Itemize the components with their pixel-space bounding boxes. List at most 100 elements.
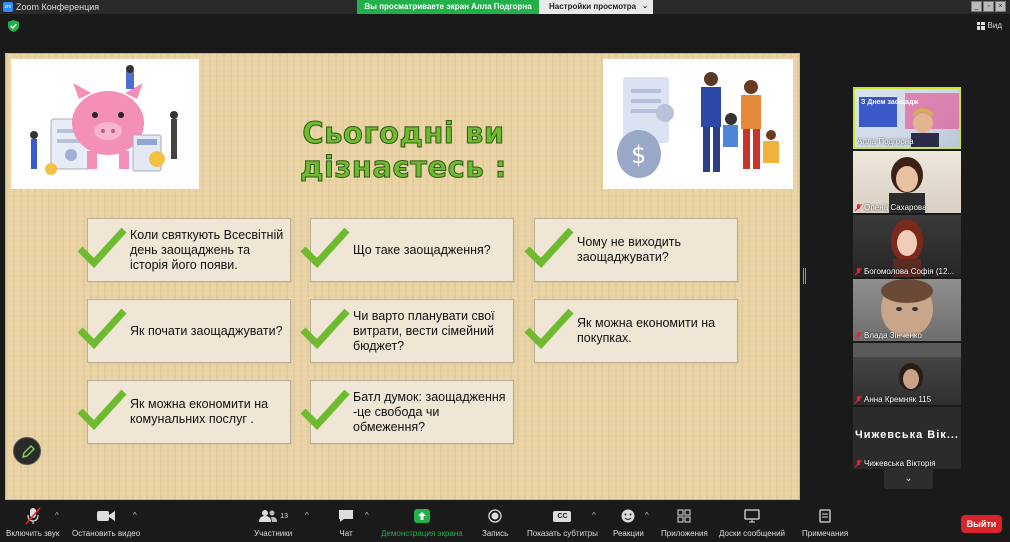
participant-tile-active-speaker[interactable]: З Днем заощадж Алла Подгорна <box>853 87 961 149</box>
checkmark-icon <box>524 227 574 269</box>
topic-card-5: Чи варто планувати свої витрати, вести с… <box>300 299 514 363</box>
chat-button[interactable]: Чат <box>338 507 354 538</box>
mic-muted-icon <box>855 331 862 339</box>
topic-card-7: Як можна економити на комунальних послуг… <box>77 380 291 444</box>
cc-icon: CC <box>553 507 572 525</box>
shared-screen-slide: $ Сьогодні ви дізнаєтесь : Коли святкуют… <box>5 53 800 500</box>
leave-meeting-button[interactable]: Выйти <box>961 515 1002 533</box>
pencil-icon <box>22 445 35 458</box>
participant-name-label: Богомолова Софія (12... <box>864 267 955 276</box>
participant-name-label: Чижевська Вікторія <box>864 459 936 468</box>
captions-button[interactable]: CC Показать субтитры <box>527 507 598 538</box>
participant-name: Анна Кремняк 115 <box>855 395 931 404</box>
mic-muted-icon <box>855 267 862 275</box>
panel-splitter-handle[interactable] <box>803 268 806 284</box>
participant-name: Богомолова Софія (12... <box>855 267 954 276</box>
unmute-button[interactable]: Включить звук <box>6 507 59 538</box>
meeting-toolbar: Включить звук ^ Остановить видео ^ 13 Уч… <box>0 503 1010 542</box>
people-icon <box>259 510 278 522</box>
topic-card-text: Як почати заощаджувати? <box>130 323 283 338</box>
participant-name: Олена Сахарова <box>855 203 927 212</box>
participant-display-name: Чижевська Вік... <box>855 429 959 441</box>
topic-card-8: Батл думок: заощадження -це свобода чи о… <box>300 380 514 444</box>
topic-card-text: Батл думок: заощадження -це свобода чи о… <box>353 389 506 434</box>
chat-bubble-icon <box>338 507 354 525</box>
minimize-icon[interactable]: _ <box>971 1 982 12</box>
restore-icon[interactable]: ▫ <box>983 1 994 12</box>
apps-icon <box>677 507 691 525</box>
mic-muted-icon <box>855 395 862 403</box>
record-icon <box>488 507 502 525</box>
mic-muted-icon <box>25 507 41 525</box>
topic-card-1: Коли святкують Всесвітній день заощаджен… <box>77 218 291 282</box>
smiley-icon <box>620 507 636 525</box>
annotate-button[interactable] <box>13 437 41 465</box>
participant-name: Алла Подгорна <box>857 137 914 146</box>
topic-card-text: Чому не виходить заощаджувати? <box>577 235 681 264</box>
view-label: Вид <box>987 21 1002 30</box>
participant-tile[interactable]: Чижевська Вік... Чижевська Вікторія <box>853 407 961 469</box>
view-button[interactable]: Вид <box>976 21 1002 30</box>
chevron-down-icon: ⌄ <box>642 3 648 10</box>
gallery-scroll-down-button[interactable]: ⌄ <box>884 469 933 489</box>
captions-label: Показать субтитры <box>527 529 598 538</box>
notes-icon <box>819 507 831 525</box>
svg-text:$: $ <box>631 141 646 169</box>
video-camera-icon <box>97 507 116 525</box>
checkmark-icon <box>77 227 127 269</box>
participant-name: Влада Зінченко <box>855 331 922 340</box>
reactions-options-caret-icon[interactable]: ^ <box>645 511 649 520</box>
participant-tile[interactable]: Богомолова Софія (12... <box>853 215 961 277</box>
share-banner: Вы просматриваете экран Алла Подгорна <box>357 0 539 14</box>
view-settings-button[interactable]: Настройки просмотра ⌄ <box>539 0 653 14</box>
zoom-window: zm Zoom Конференция Вы просматриваете эк… <box>0 0 1010 542</box>
meeting-top-strip: Вид <box>0 14 1010 38</box>
checkmark-icon <box>77 389 127 431</box>
topic-card-2: Що таке заощадження? <box>300 218 514 282</box>
participants-options-caret-icon[interactable]: ^ <box>305 511 309 520</box>
video-options-caret-icon[interactable]: ^ <box>133 511 137 520</box>
zoom-logo-icon: zm <box>3 2 13 12</box>
checkmark-icon <box>300 308 350 350</box>
participants-label: Участники <box>254 529 293 538</box>
audio-options-caret-icon[interactable]: ^ <box>55 511 59 520</box>
chat-label: Чат <box>339 529 353 538</box>
reactions-label: Реакции <box>613 529 644 538</box>
captions-options-caret-icon[interactable]: ^ <box>592 511 596 520</box>
checkmark-icon <box>300 227 350 269</box>
close-icon[interactable]: × <box>995 1 1006 12</box>
mic-muted-icon <box>855 459 862 467</box>
participant-name-label: Алла Подгорна <box>857 137 914 146</box>
checkmark-icon <box>77 308 127 350</box>
participant-tile[interactable]: Олена Сахарова <box>853 151 961 213</box>
notes-button[interactable]: Примечания <box>802 507 848 538</box>
record-label: Запись <box>482 529 509 538</box>
participant-name-label: Олена Сахарова <box>864 203 927 212</box>
title-bar: zm Zoom Конференция Вы просматриваете эк… <box>0 0 1010 14</box>
participant-tile[interactable]: Анна Кремняк 115 <box>853 343 961 405</box>
chat-options-caret-icon[interactable]: ^ <box>365 511 369 520</box>
reactions-button[interactable]: Реакции <box>613 507 644 538</box>
topic-card-text: Що таке заощадження? <box>353 242 491 257</box>
participants-button[interactable]: 13 Участники <box>254 507 292 538</box>
view-settings-label: Настройки просмотра <box>549 2 637 11</box>
topic-card-text: Як можна економити на комунальних послуг… <box>130 397 269 426</box>
topic-card-6: Як можна економити на покупках. <box>524 299 738 363</box>
record-button[interactable]: Запись <box>482 507 508 538</box>
share-screen-button[interactable]: Демонстрация экрана <box>381 507 463 538</box>
whiteboard-icon <box>744 507 760 525</box>
participant-tile[interactable]: Влада Зінченко <box>853 279 961 341</box>
stop-video-button[interactable]: Остановить видео <box>72 507 140 538</box>
apps-button[interactable]: Приложения <box>661 507 708 538</box>
family-finance-illustration: $ <box>603 59 793 189</box>
share-screen-icon <box>413 507 430 525</box>
participant-name-label: Анна Кремняк 115 <box>864 395 932 404</box>
checkmark-icon <box>524 308 574 350</box>
topic-card-4: Як почати заощаджувати? <box>77 299 291 363</box>
topic-card-text: Чи варто планувати свої витрати, вести с… <box>353 308 495 353</box>
checkmark-icon <box>300 389 350 431</box>
unmute-label: Включить звук <box>6 529 60 538</box>
piggy-bank-illustration <box>11 59 199 189</box>
whiteboards-button[interactable]: Доски сообщений <box>719 507 785 538</box>
shield-icon[interactable] <box>8 20 19 32</box>
